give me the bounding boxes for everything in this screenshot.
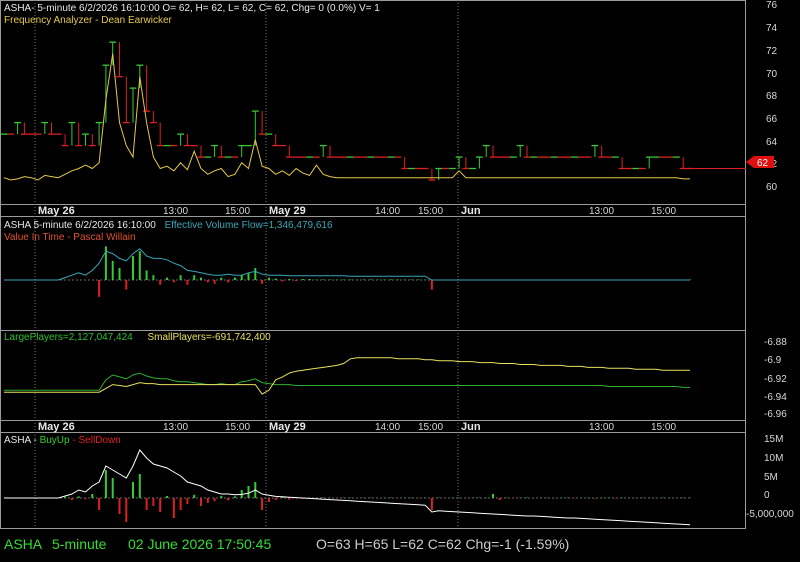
price-tick: 74 bbox=[766, 23, 778, 34]
players-header: LargePlayers=2,127,047,424 SmallPlayers=… bbox=[4, 332, 271, 343]
buyup-plot bbox=[4, 449, 691, 526]
time-label: 15:00 bbox=[418, 206, 443, 217]
price-tick: 64 bbox=[766, 137, 778, 148]
players-axis: -6.88 -6.9 -6.92 -6.94 -6.96 bbox=[764, 337, 787, 420]
frequency-analyzer-line bbox=[3, 53, 690, 181]
price-header: ASHA- 5-minute 6/2/2026 16:10:00 O= 62, … bbox=[4, 3, 380, 14]
players-tick: -6.88 bbox=[764, 337, 787, 348]
players-tick: -6.96 bbox=[764, 409, 787, 420]
status-ohlc: O=63 H=65 L=62 C=62 Chg=-1 (-1.59%) bbox=[316, 536, 570, 552]
players-panel-frame bbox=[0, 330, 746, 433]
date-label: May 29 bbox=[269, 421, 306, 433]
time-label: 15:00 bbox=[651, 206, 676, 217]
price-plot bbox=[0, 41, 746, 181]
buyup-tick: 15M bbox=[764, 434, 783, 445]
buyup-separator: - bbox=[72, 435, 75, 446]
time-label: 14:00 bbox=[375, 206, 400, 217]
players-tick: -6.92 bbox=[764, 374, 787, 385]
players-tick: -6.94 bbox=[764, 392, 787, 403]
price-tick: 76 bbox=[766, 0, 778, 11]
last-price-badge: 62 bbox=[746, 156, 774, 169]
status-bar: ASHA 5-minute 02 June 2026 17:50:45 O=63… bbox=[0, 530, 800, 562]
time-label: 15:00 bbox=[225, 206, 250, 217]
time-label: 15:00 bbox=[418, 422, 443, 433]
price-indicator-label: Frequency Analyzer - Dean Earwicker bbox=[4, 15, 173, 26]
time-label: 15:00 bbox=[225, 422, 250, 433]
flow-header-prefix: ASHA 5-minute 6/2/2026 16:10:00 bbox=[4, 220, 156, 231]
date-label: May 26 bbox=[38, 205, 75, 217]
buyup-header: ASHA - BuyUp - SellDown bbox=[4, 435, 121, 446]
time-label: 13:00 bbox=[163, 206, 188, 217]
price-tick: 66 bbox=[766, 114, 778, 125]
buyup-prefix: ASHA - bbox=[4, 435, 40, 446]
price-tick: 68 bbox=[766, 91, 778, 102]
players-tick: -6.9 bbox=[764, 355, 782, 366]
price-time-axis: May 26 13:00 15:00 May 29 14:00 15:00 Ju… bbox=[38, 205, 676, 217]
small-players-label: SmallPlayers=-691,742,400 bbox=[148, 332, 272, 343]
buyup-tick: 0 bbox=[764, 490, 770, 501]
status-interval: 5-minute bbox=[52, 536, 107, 552]
date-label: Jun bbox=[461, 205, 481, 217]
price-tick: 72 bbox=[766, 46, 778, 57]
date-label: Jun bbox=[461, 421, 481, 433]
price-panel-frame bbox=[0, 0, 746, 217]
flow-header: ASHA 5-minute 6/2/2026 16:10:00 Effectiv… bbox=[4, 220, 333, 231]
buyup-tick: -5,000,000 bbox=[746, 509, 794, 520]
price-tick: 70 bbox=[766, 69, 778, 80]
date-label: May 26 bbox=[38, 421, 75, 433]
selldown-label: SellDown bbox=[79, 435, 121, 446]
players-plot bbox=[4, 357, 690, 395]
players-time-axis: May 26 13:00 15:00 May 29 14:00 15:00 Ju… bbox=[38, 421, 676, 433]
time-label: 14:00 bbox=[375, 422, 400, 433]
date-label: May 29 bbox=[269, 205, 306, 217]
time-label: 15:00 bbox=[651, 422, 676, 433]
buyup-label: BuyUp bbox=[40, 435, 70, 446]
buyup-tick: 10M bbox=[764, 453, 783, 464]
time-label: 13:00 bbox=[163, 422, 188, 433]
flow-plot bbox=[4, 246, 691, 297]
time-label: 13:00 bbox=[589, 206, 614, 217]
status-symbol: ASHA bbox=[4, 536, 43, 552]
buyup-axis: 15M 10M 5M 0 -5,000,000 bbox=[746, 434, 794, 520]
status-datetime: 02 June 2026 17:50:45 bbox=[128, 536, 272, 552]
small-players-line bbox=[4, 357, 690, 395]
last-price-badge-text: 62 bbox=[757, 158, 769, 169]
chart-canvas: ASHA- 5-minute 6/2/2026 16:10:00 O= 62, … bbox=[0, 0, 794, 529]
effective-volume-flow-label: Effective Volume Flow=1,346,479,616 bbox=[165, 220, 333, 231]
large-players-label: LargePlayers=2,127,047,424 bbox=[4, 332, 133, 343]
value-in-time-label: Value In Time - Pascal Willain bbox=[4, 232, 136, 243]
time-label: 13:00 bbox=[589, 422, 614, 433]
price-tick: 60 bbox=[766, 182, 778, 193]
buyup-tick: 5M bbox=[764, 472, 778, 483]
